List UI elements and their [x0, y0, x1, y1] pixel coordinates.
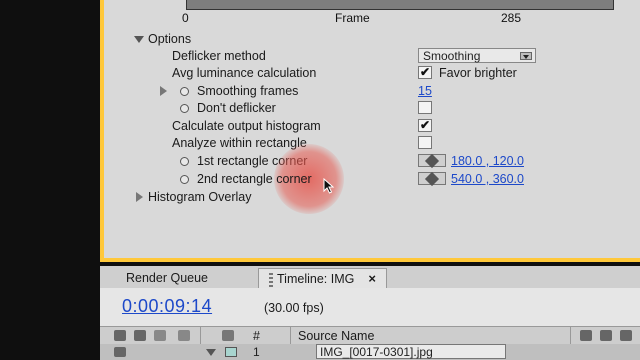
current-time-display[interactable]: 0:00:09:14 — [122, 296, 212, 317]
layer-number: 1 — [253, 345, 260, 359]
timeline-header: 0:00:09:14 (30.00 fps) — [100, 288, 640, 326]
column-divider — [290, 327, 291, 345]
output-histogram-label: Calculate output histogram — [172, 119, 321, 133]
dont-deflicker-checkbox[interactable] — [418, 101, 432, 114]
switches-icon[interactable] — [580, 330, 592, 341]
chevron-down-icon — [520, 52, 532, 60]
crosshair-icon[interactable] — [418, 153, 446, 168]
effect-controls-content: 0 Frame 285 Options Deflicker method Smo… — [104, 0, 640, 258]
stopwatch-icon[interactable] — [180, 87, 189, 96]
pen-icon[interactable] — [620, 330, 632, 341]
column-divider — [200, 327, 201, 345]
expand-triangle-icon[interactable] — [206, 349, 216, 356]
speaker-icon[interactable] — [134, 330, 146, 341]
histogram-overlay-label: Histogram Overlay — [148, 190, 252, 204]
analyze-rect-label: Analyze within rectangle — [172, 136, 307, 150]
effect-controls-panel: 0 Frame 285 Options Deflicker method Smo… — [100, 0, 640, 262]
deflicker-method-row: Deflicker method Smoothing — [104, 47, 640, 65]
layer-source-name[interactable]: IMG_[0017-0301].jpg — [316, 344, 506, 359]
deflicker-method-label: Deflicker method — [172, 49, 266, 63]
smoothing-frames-value[interactable]: 15 — [418, 84, 432, 98]
graph-x-label: Frame — [335, 11, 370, 25]
graph-x-end: 285 — [501, 11, 522, 25]
tab-render-queue-label: Render Queue — [126, 271, 209, 285]
tab-timeline[interactable]: Timeline: IMG × — [258, 268, 387, 288]
favor-brighter-checkbox[interactable]: ✔ — [418, 66, 432, 79]
close-icon[interactable]: × — [368, 271, 376, 286]
output-histogram-row: Calculate output histogram ✔ — [104, 117, 640, 135]
label-icon[interactable] — [222, 330, 234, 341]
label-color-swatch[interactable] — [225, 347, 237, 357]
avg-luminance-row: Avg luminance calculation ✔ Favor bright… — [104, 64, 640, 82]
expand-triangle-icon[interactable] — [134, 36, 144, 43]
solo-icon[interactable] — [154, 330, 166, 341]
smoothing-frames-row: Smoothing frames 15 — [104, 82, 640, 100]
dont-deflicker-label: Don't deflicker — [197, 101, 276, 115]
graph-x-start: 0 — [182, 11, 189, 25]
rect-corner-1-value[interactable]: 180.0 , 120.0 — [451, 154, 524, 168]
column-source-name[interactable]: Source Name — [298, 329, 374, 343]
rect-corner-2-row: 2nd rectangle corner 540.0 , 360.0 — [104, 170, 640, 188]
avg-luminance-label: Avg luminance calculation — [172, 66, 317, 80]
rect-corner-1-row: 1st rectangle corner 180.0 , 120.0 — [104, 152, 640, 170]
deflicker-method-value: Smoothing — [423, 48, 481, 63]
tab-render-queue[interactable]: Render Queue — [116, 268, 218, 288]
output-histogram-checkbox[interactable]: ✔ — [418, 119, 432, 132]
column-number: # — [253, 329, 260, 343]
deflicker-method-select[interactable]: Smoothing — [418, 48, 536, 63]
panel-tabs: Render Queue Timeline: IMG × — [100, 266, 640, 288]
stopwatch-icon[interactable] — [180, 104, 189, 113]
analyze-rect-checkbox[interactable] — [418, 136, 432, 149]
stopwatch-icon[interactable] — [180, 157, 189, 166]
luminance-graph — [186, 0, 614, 10]
options-group[interactable]: Options — [104, 30, 640, 48]
eye-icon[interactable] — [114, 347, 126, 357]
dont-deflicker-row: Don't deflicker — [104, 99, 640, 117]
rect-corner-2-label: 2nd rectangle corner — [197, 172, 312, 186]
gear-icon[interactable] — [600, 330, 612, 341]
options-header: Options — [148, 32, 192, 46]
analyze-rect-row: Analyze within rectangle — [104, 134, 640, 152]
column-divider — [570, 327, 571, 345]
eye-icon[interactable] — [114, 330, 126, 341]
crosshair-icon[interactable] — [418, 171, 446, 186]
grip-icon[interactable] — [269, 273, 273, 287]
layer-column-headers: # Source Name — [100, 326, 640, 345]
favor-brighter-label: Favor brighter — [439, 66, 517, 80]
expand-triangle-icon[interactable] — [160, 86, 167, 96]
frame-rate: (30.00 fps) — [264, 301, 324, 315]
smoothing-frames-label: Smoothing frames — [197, 84, 299, 98]
rect-corner-2-value[interactable]: 540.0 , 360.0 — [451, 172, 524, 186]
stopwatch-icon[interactable] — [180, 175, 189, 184]
histogram-overlay-group[interactable]: Histogram Overlay — [104, 188, 640, 206]
expand-triangle-icon[interactable] — [136, 192, 143, 202]
layer-row[interactable]: 1 IMG_[0017-0301].jpg — [100, 344, 640, 360]
lock-icon[interactable] — [178, 330, 190, 341]
tab-timeline-label: Timeline: IMG — [277, 271, 355, 286]
